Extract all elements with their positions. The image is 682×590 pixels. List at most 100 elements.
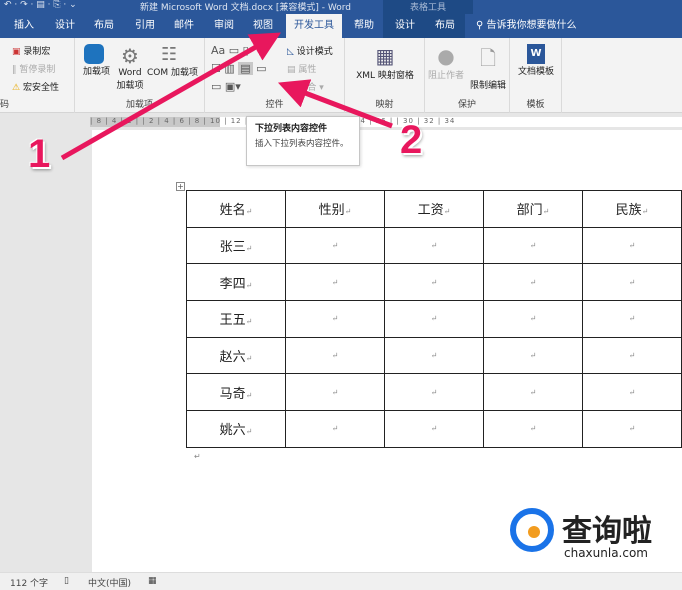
block-authors-button[interactable]: ● 阻止作者 [427, 44, 465, 81]
group-label: 映射 [375, 100, 394, 110]
name-cell[interactable]: 王五↵ [186, 300, 286, 338]
legacy-tools-icon[interactable]: ▭ ▣▾ [211, 80, 241, 93]
proofing-icon[interactable]: ▯ [64, 576, 69, 586]
tab-review[interactable]: 审阅 [214, 14, 234, 38]
rich-text-control-icon[interactable]: Aa ▭ ▯ [211, 44, 249, 57]
pause-recording-button[interactable]: ‖ 暂停录制 [12, 62, 55, 75]
empty-cell[interactable]: ↵ [483, 373, 583, 412]
name-cell[interactable]: 李四↵ [186, 263, 286, 302]
watermark-logo-icon [510, 508, 554, 552]
empty-cell[interactable]: ↵ [285, 336, 385, 375]
header-cell[interactable]: 性别↵ [285, 190, 385, 228]
ruler-triangle-icon: ◺ [287, 47, 297, 57]
table-row: 王五↵ ↵ ↵ ↵ ↵ [186, 300, 682, 338]
empty-cell[interactable]: ↵ [582, 226, 682, 265]
restrict-editing-button[interactable]: 🗋 限制编辑 [468, 44, 508, 91]
dropdown-list-control-icon[interactable]: ▤ [238, 62, 253, 75]
empty-cell[interactable]: ↵ [483, 300, 583, 338]
tab-references[interactable]: 引用 [135, 14, 155, 38]
group-label: 控件 [265, 100, 284, 110]
table-header-row: 姓名↵ 性别↵ 工资↵ 部门↵ 民族↵ [186, 190, 682, 228]
empty-cell[interactable]: ↵ [285, 226, 385, 265]
macro-security-button[interactable]: ⚠ 宏安全性 [12, 80, 59, 93]
tooltip-title: 下拉列表内容控件 [255, 124, 328, 134]
empty-cell[interactable]: ↵ [483, 410, 583, 448]
checkbox-control-icon[interactable]: ☐ ▥ [211, 62, 238, 75]
group-templates: W 文档模板 模板 [510, 38, 562, 113]
empty-cell[interactable]: ↵ [582, 300, 682, 338]
group-button[interactable]: ▦ 组合 ▾ [287, 80, 324, 93]
table-row: 姚六↵ ↵ ↵ ↵ ↵ [186, 410, 682, 448]
quick-access-toolbar[interactable]: ↶ · ↷ · ▤ · ⎘ · ⌄ [4, 0, 77, 10]
empty-cell[interactable]: ↵ [285, 263, 385, 302]
status-bar: 112 个字 ▯ 中文(中国) ▦ [0, 572, 682, 590]
tab-mailings[interactable]: 邮件 [174, 14, 194, 38]
name-cell[interactable]: 赵六↵ [186, 336, 286, 375]
empty-cell[interactable]: ↵ [384, 373, 484, 412]
empty-cell[interactable]: ↵ [384, 410, 484, 448]
tab-table-design[interactable]: 设计 [383, 14, 427, 38]
empty-cell[interactable]: ↵ [384, 263, 484, 302]
ribbon: ▣ 录制宏 ‖ 暂停录制 ⚠ 宏安全性 码 加载项 ⚙ Word 加载项 ☷ COM… [0, 38, 682, 113]
name-cell[interactable]: 马奇↵ [186, 373, 286, 412]
group-label: 码 [0, 100, 10, 110]
group-mapping: ▦ XML 映射窗格 映射 [345, 38, 425, 113]
com-addins-button[interactable]: ☷ COM 加载项 [147, 44, 198, 78]
tooltip-description: 插入下拉列表内容控件。 [255, 139, 349, 149]
empty-cell[interactable]: ↵ [582, 373, 682, 412]
language-indicator[interactable]: 中文(中国) [88, 576, 131, 589]
header-cell[interactable]: 姓名↵ [186, 190, 286, 228]
empty-cell[interactable]: ↵ [582, 263, 682, 302]
group-label: 保护 [457, 100, 476, 110]
empty-cell[interactable]: ↵ [483, 336, 583, 375]
name-cell[interactable]: 张三↵ [186, 226, 286, 265]
xml-mapping-pane-button[interactable]: ▦ XML 映射窗格 [355, 44, 415, 81]
document-template-button[interactable]: W 文档模板 [514, 44, 558, 77]
word-doc-icon: W [527, 44, 545, 64]
empty-cell[interactable]: ↵ [285, 410, 385, 448]
ribbon-tabs: 插入 设计 布局 引用 邮件 审阅 视图 开发工具 帮助 设计 布局 ⚲ 告诉我… [0, 14, 682, 38]
empty-cell[interactable]: ↵ [483, 263, 583, 302]
title-bar: ↶ · ↷ · ▤ · ⎘ · ⌄ 新建 Microsoft Word 文档.d… [0, 0, 682, 14]
empty-cell[interactable]: ↵ [582, 336, 682, 375]
header-cell[interactable]: 部门↵ [483, 190, 583, 228]
step-label-1: 1 [28, 132, 51, 176]
empty-cell[interactable]: ↵ [582, 410, 682, 448]
gear-icon: ⚙ [121, 44, 139, 68]
tab-help[interactable]: 帮助 [354, 14, 374, 38]
tab-insert[interactable]: 插入 [14, 14, 34, 38]
properties-button[interactable]: ▤ 属性 [287, 62, 316, 75]
table-row: 张三↵ ↵ ↵ ↵ ↵ [186, 226, 682, 265]
watermark-name: 查询啦 [562, 514, 652, 549]
tab-design[interactable]: 设计 [55, 14, 75, 38]
group-controls: Aa ▭ ▯ ☐ ▥ ▤ ▭ ▭ ▣▾ ◺ 设计模式 ▤ 属性 ▦ 组合 ▾ 控… [205, 38, 345, 113]
empty-cell[interactable]: ↵ [384, 226, 484, 265]
word-count[interactable]: 112 个字 [10, 576, 48, 589]
design-mode-button[interactable]: ◺ 设计模式 [287, 44, 333, 57]
empty-cell[interactable]: ↵ [285, 373, 385, 412]
date-picker-control-icon[interactable]: ▭ [256, 62, 266, 75]
tell-me-search[interactable]: ⚲ 告诉我你想要做什么 [476, 14, 577, 38]
tab-layout[interactable]: 布局 [94, 14, 114, 38]
addins-button[interactable]: 加载项 [83, 44, 110, 77]
empty-cell[interactable]: ↵ [483, 226, 583, 265]
empty-cell[interactable]: ↵ [384, 336, 484, 375]
step-label-2: 2 [400, 118, 423, 162]
tab-table-layout[interactable]: 布局 [425, 14, 465, 38]
tab-developer[interactable]: 开发工具 [286, 14, 342, 38]
record-macro-button[interactable]: ▣ 录制宏 [12, 44, 50, 57]
empty-cell[interactable]: ↵ [384, 300, 484, 338]
word-addins-button[interactable]: ⚙ Word 加载项 [113, 44, 147, 91]
header-cell[interactable]: 工资↵ [384, 190, 484, 228]
xml-pane-icon: ▦ [375, 44, 395, 68]
table-row: 赵六↵ ↵ ↵ ↵ ↵ [186, 336, 682, 375]
com-list-icon: ☷ [161, 44, 178, 65]
table-move-handle[interactable]: + [176, 182, 185, 191]
group-code: ▣ 录制宏 ‖ 暂停录制 ⚠ 宏安全性 码 [0, 38, 75, 113]
header-cell[interactable]: 民族↵ [582, 190, 682, 228]
tab-view[interactable]: 视图 [253, 14, 273, 38]
table-row: 马奇↵ ↵ ↵ ↵ ↵ [186, 373, 682, 412]
name-cell[interactable]: 姚六↵ [186, 410, 286, 448]
macro-record-icon[interactable]: ▦ [148, 576, 157, 586]
empty-cell[interactable]: ↵ [285, 300, 385, 338]
